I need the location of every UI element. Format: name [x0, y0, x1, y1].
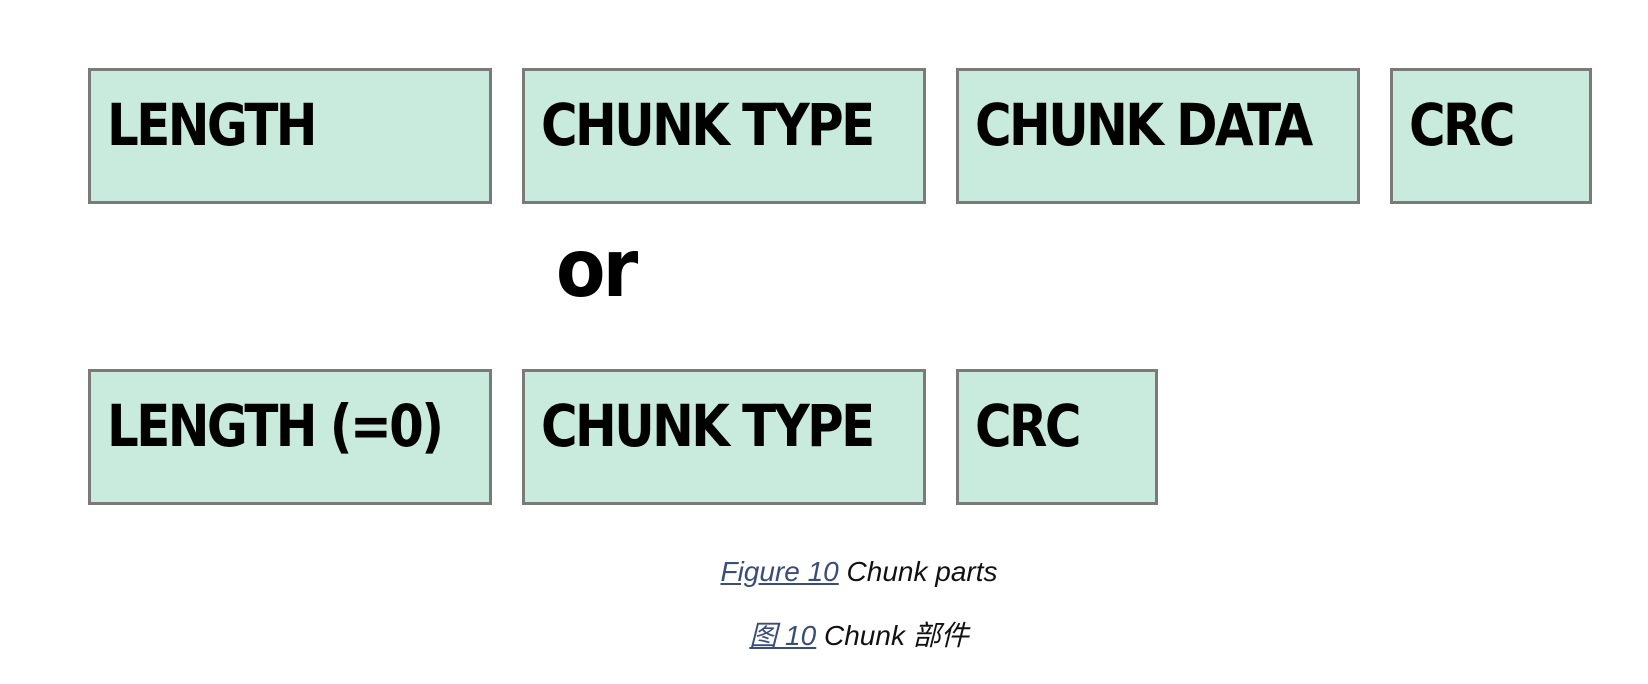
- chunk-type-box-alt: CHUNK TYPE: [522, 369, 926, 505]
- length-zero-box: LENGTH (=0): [88, 369, 492, 505]
- figure-link-zh[interactable]: 图 10: [749, 620, 816, 651]
- figure-caption-text-en: Chunk parts: [846, 556, 998, 587]
- crc-box: CRC: [1390, 68, 1592, 204]
- length-label: LENGTH: [107, 91, 318, 159]
- chunk-type-label: CHUNK TYPE: [541, 91, 875, 159]
- figure-caption-en: Figure 10 Chunk parts: [0, 556, 1648, 588]
- figure-caption-text-zh: Chunk 部件: [824, 620, 969, 651]
- length-zero-label: LENGTH (=0): [107, 392, 444, 460]
- chunk-type-label-alt: CHUNK TYPE: [541, 392, 875, 460]
- chunk-data-box: CHUNK DATA: [956, 68, 1360, 204]
- chunk-data-label: CHUNK DATA: [975, 91, 1313, 159]
- figure-link-en[interactable]: Figure 10: [720, 556, 838, 587]
- crc-box-alt: CRC: [956, 369, 1158, 505]
- figure-caption-zh: 图 10 Chunk 部件: [0, 614, 1648, 654]
- crc-label-alt: CRC: [975, 392, 1081, 460]
- crc-label: CRC: [1409, 91, 1515, 159]
- chunk-type-box: CHUNK TYPE: [522, 68, 926, 204]
- or-separator: or: [556, 222, 638, 315]
- length-box: LENGTH: [88, 68, 492, 204]
